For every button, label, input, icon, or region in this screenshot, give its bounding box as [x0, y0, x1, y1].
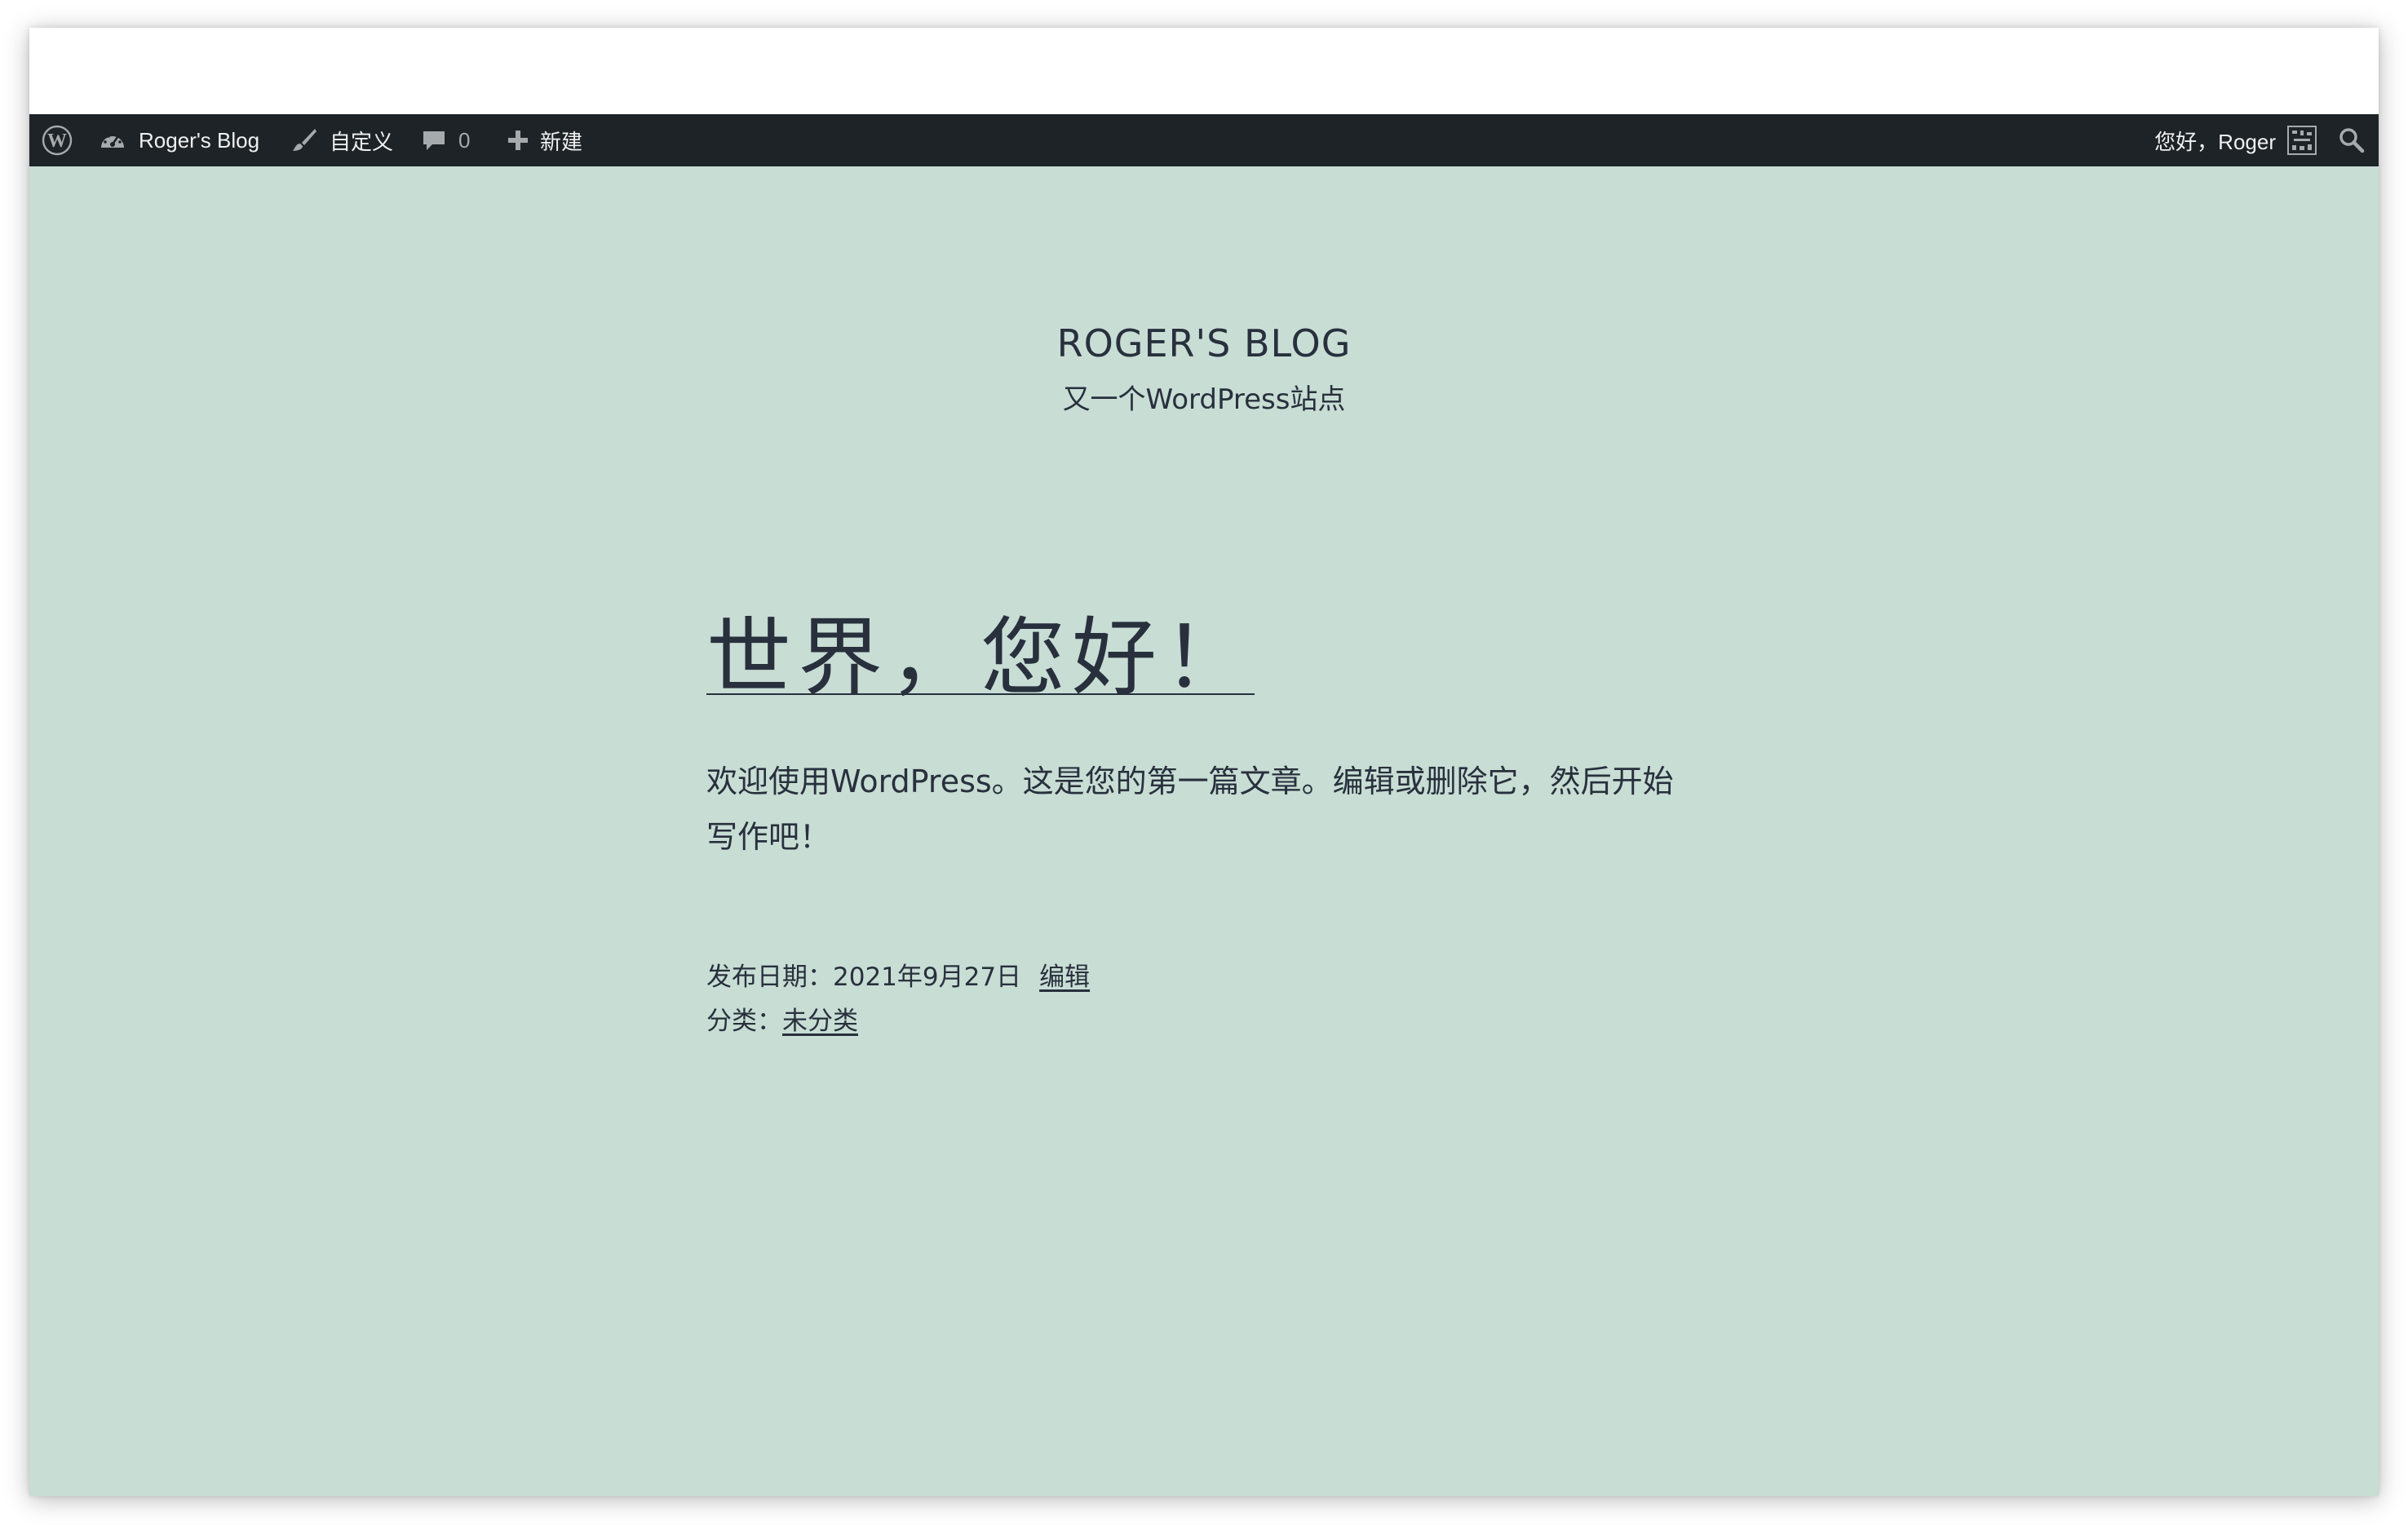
greeting-label: 您好，Roger: [2154, 129, 2276, 154]
category-prefix: 分类：: [706, 1007, 782, 1036]
category-link[interactable]: 未分类: [782, 1007, 858, 1036]
post-content: 欢迎使用WordPress。这是您的第一篇文章。编辑或删除它，然后开始写作吧！: [706, 764, 1674, 855]
post-meta-category: 分类：未分类: [706, 1000, 858, 1037]
site-name-menu[interactable]: Roger's Blog: [98, 114, 259, 166]
wp-admin-bar: W Roger's Blog 自定义 0 新建 您好，Roger: [29, 114, 2379, 166]
svg-text:W: W: [47, 131, 67, 152]
my-account-menu[interactable]: 您好，Roger: [2154, 114, 2317, 166]
site-title[interactable]: ROGER'S BLOG: [29, 321, 2379, 365]
plus-icon: [506, 128, 530, 153]
comment-icon: [421, 127, 447, 153]
edit-post-link[interactable]: 编辑: [1039, 963, 1090, 992]
comments-menu[interactable]: 0: [421, 114, 470, 166]
post-meta-date: 发布日期：2021年9月27日 编辑: [706, 956, 1090, 993]
paintbrush-icon: [290, 126, 318, 154]
customize-menu[interactable]: 自定义: [290, 114, 393, 166]
new-content-menu[interactable]: 新建: [506, 114, 582, 166]
published-date: 2021年9月27日: [833, 963, 1022, 992]
search-icon: [2338, 126, 2366, 154]
site-description: 又一个WordPress站点: [1062, 383, 1346, 416]
comments-count: 0: [458, 127, 471, 153]
site-name-label: Roger's Blog: [139, 127, 260, 153]
site-content: ROGER'S BLOG 又一个WordPress站点 世界，您好！ 欢迎使用W…: [29, 166, 2379, 1496]
published-prefix: 发布日期：: [706, 963, 833, 992]
customize-label: 自定义: [330, 129, 394, 154]
avatar: [2287, 126, 2317, 155]
wordpress-logo-icon: W: [41, 124, 73, 157]
window-top-area: [29, 28, 2379, 114]
dashboard-icon: [98, 128, 127, 153]
new-label: 新建: [540, 129, 583, 154]
admin-bar-search[interactable]: [2338, 114, 2366, 166]
browser-window: W Roger's Blog 自定义 0 新建 您好，Roger ROGER'S…: [29, 28, 2379, 1496]
post-title-link[interactable]: 世界，您好！: [706, 607, 1255, 709]
wordpress-logo-menu[interactable]: W: [41, 114, 73, 166]
